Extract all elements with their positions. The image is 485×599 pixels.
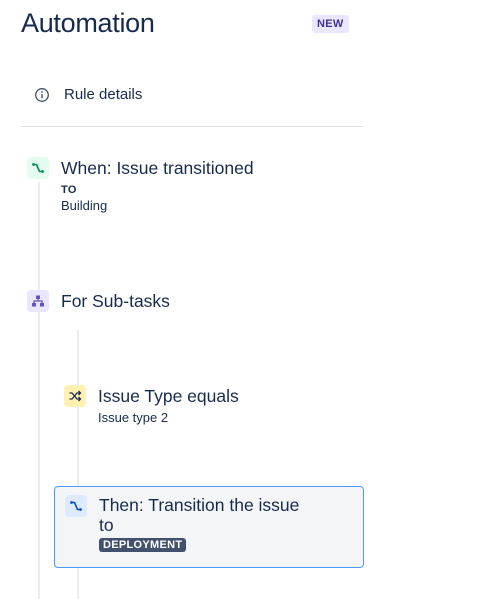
action-title-line1: Then: Transition the issue — [99, 495, 300, 515]
branch-component[interactable]: For Sub-tasks — [27, 290, 170, 312]
action-component-selected[interactable]: Then: Transition the issue to DEPLOYMENT — [54, 486, 364, 568]
trigger-status-value: Building — [61, 198, 108, 213]
rule-details-label: Rule details — [64, 86, 143, 103]
new-badge: NEW — [312, 15, 349, 33]
shuffle-icon — [64, 385, 86, 407]
divider — [21, 126, 363, 127]
status-lozenge: DEPLOYMENT — [99, 538, 187, 552]
info-icon — [34, 87, 50, 103]
page-title: Automation — [21, 8, 155, 38]
transition-icon — [27, 157, 49, 179]
action-title-line2: to — [99, 515, 114, 535]
trigger-component[interactable]: When: Issue transitioned TO Building — [27, 157, 254, 215]
to-label: TO — [61, 184, 77, 196]
condition-title: Issue Type equals — [98, 386, 239, 406]
rule-details-link[interactable]: Rule details — [34, 86, 142, 103]
condition-value: Issue type 2 — [98, 410, 169, 425]
trigger-title: When: Issue transitioned — [61, 158, 254, 178]
hierarchy-icon — [27, 290, 49, 312]
transition-icon — [65, 495, 87, 517]
branch-title: For Sub-tasks — [61, 291, 170, 311]
rule-connector-line — [38, 182, 40, 599]
condition-component[interactable]: Issue Type equals Issue type 2 — [64, 385, 239, 427]
